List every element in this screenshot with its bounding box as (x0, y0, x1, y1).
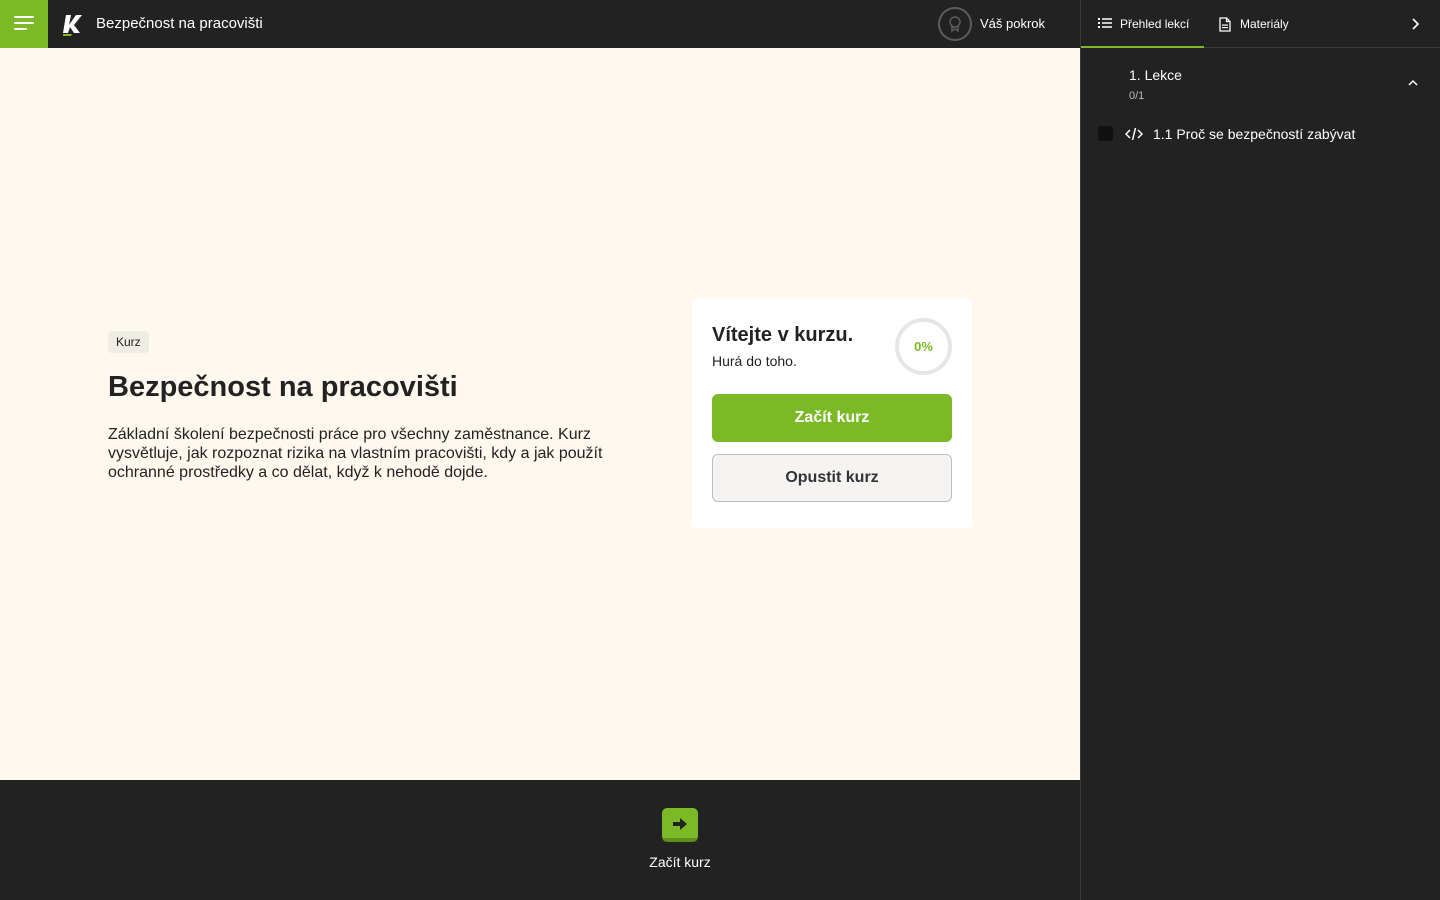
sidebar-tabs: Přehled lekcí Materiály (1081, 0, 1440, 48)
menu-button[interactable] (0, 0, 48, 48)
arrow-right-icon (673, 818, 687, 830)
award-icon (949, 16, 961, 32)
course-heading: Bezpečnost na pracovišti (108, 371, 458, 403)
tab-materials-label: Materiály (1240, 17, 1289, 31)
chevron-up-icon (1408, 79, 1418, 86)
start-course-button[interactable]: Začít kurz (712, 394, 952, 442)
leave-course-button[interactable]: Opustit kurz (712, 454, 952, 502)
tab-lessons-overview[interactable]: Přehled lekcí (1081, 0, 1204, 48)
bottom-bar: Začít kurz (0, 780, 1080, 900)
lesson-section-header[interactable]: 1. Lekce 0/1 (1081, 49, 1440, 109)
section-title: 1. Lekce (1129, 67, 1182, 83)
tab-materials[interactable]: Materiály (1204, 0, 1314, 48)
lesson-item[interactable]: 1.1 Proč se bezpečností zabývat (1081, 118, 1440, 150)
lesson-label: 1.1 Proč se bezpečností zabývat (1153, 126, 1356, 142)
logo (63, 15, 82, 36)
course-intro: Kurz Bezpečnost na pracovišti Základní š… (0, 48, 1080, 780)
start-course-action[interactable] (662, 808, 698, 846)
document-icon (1219, 17, 1231, 32)
top-bar: Bezpečnost na pracovišti Váš pokrok (0, 0, 1080, 48)
course-title: Bezpečnost na pracovišti (96, 15, 263, 32)
welcome-title: Vítejte v kurzu. (712, 324, 854, 346)
tab-lessons-label: Přehled lekcí (1120, 17, 1190, 31)
welcome-card: Vítejte v kurzu. Hurá do toho. 0% Začít … (692, 298, 972, 528)
list-icon (1098, 18, 1112, 28)
chevron-right-icon[interactable] (1407, 16, 1423, 32)
progress-percent: 0% (914, 339, 933, 354)
code-icon (1125, 127, 1143, 141)
lesson-sidebar: Přehled lekcí Materiály 1. Lekce 0/1 1.1… (1080, 0, 1440, 900)
lesson-checkbox[interactable] (1098, 126, 1113, 141)
course-description: Základní školení bezpečnosti práce pro v… (108, 426, 603, 481)
progress-badge[interactable] (938, 7, 972, 41)
course-tag: Kurz (108, 331, 149, 353)
menu-icon (14, 16, 34, 18)
section-count: 0/1 (1129, 90, 1145, 102)
start-course-action-label[interactable]: Začít kurz (630, 854, 730, 870)
progress-label[interactable]: Váš pokrok (980, 16, 1045, 31)
progress-ring: 0% (895, 318, 952, 375)
welcome-subtitle: Hurá do toho. (712, 353, 797, 369)
